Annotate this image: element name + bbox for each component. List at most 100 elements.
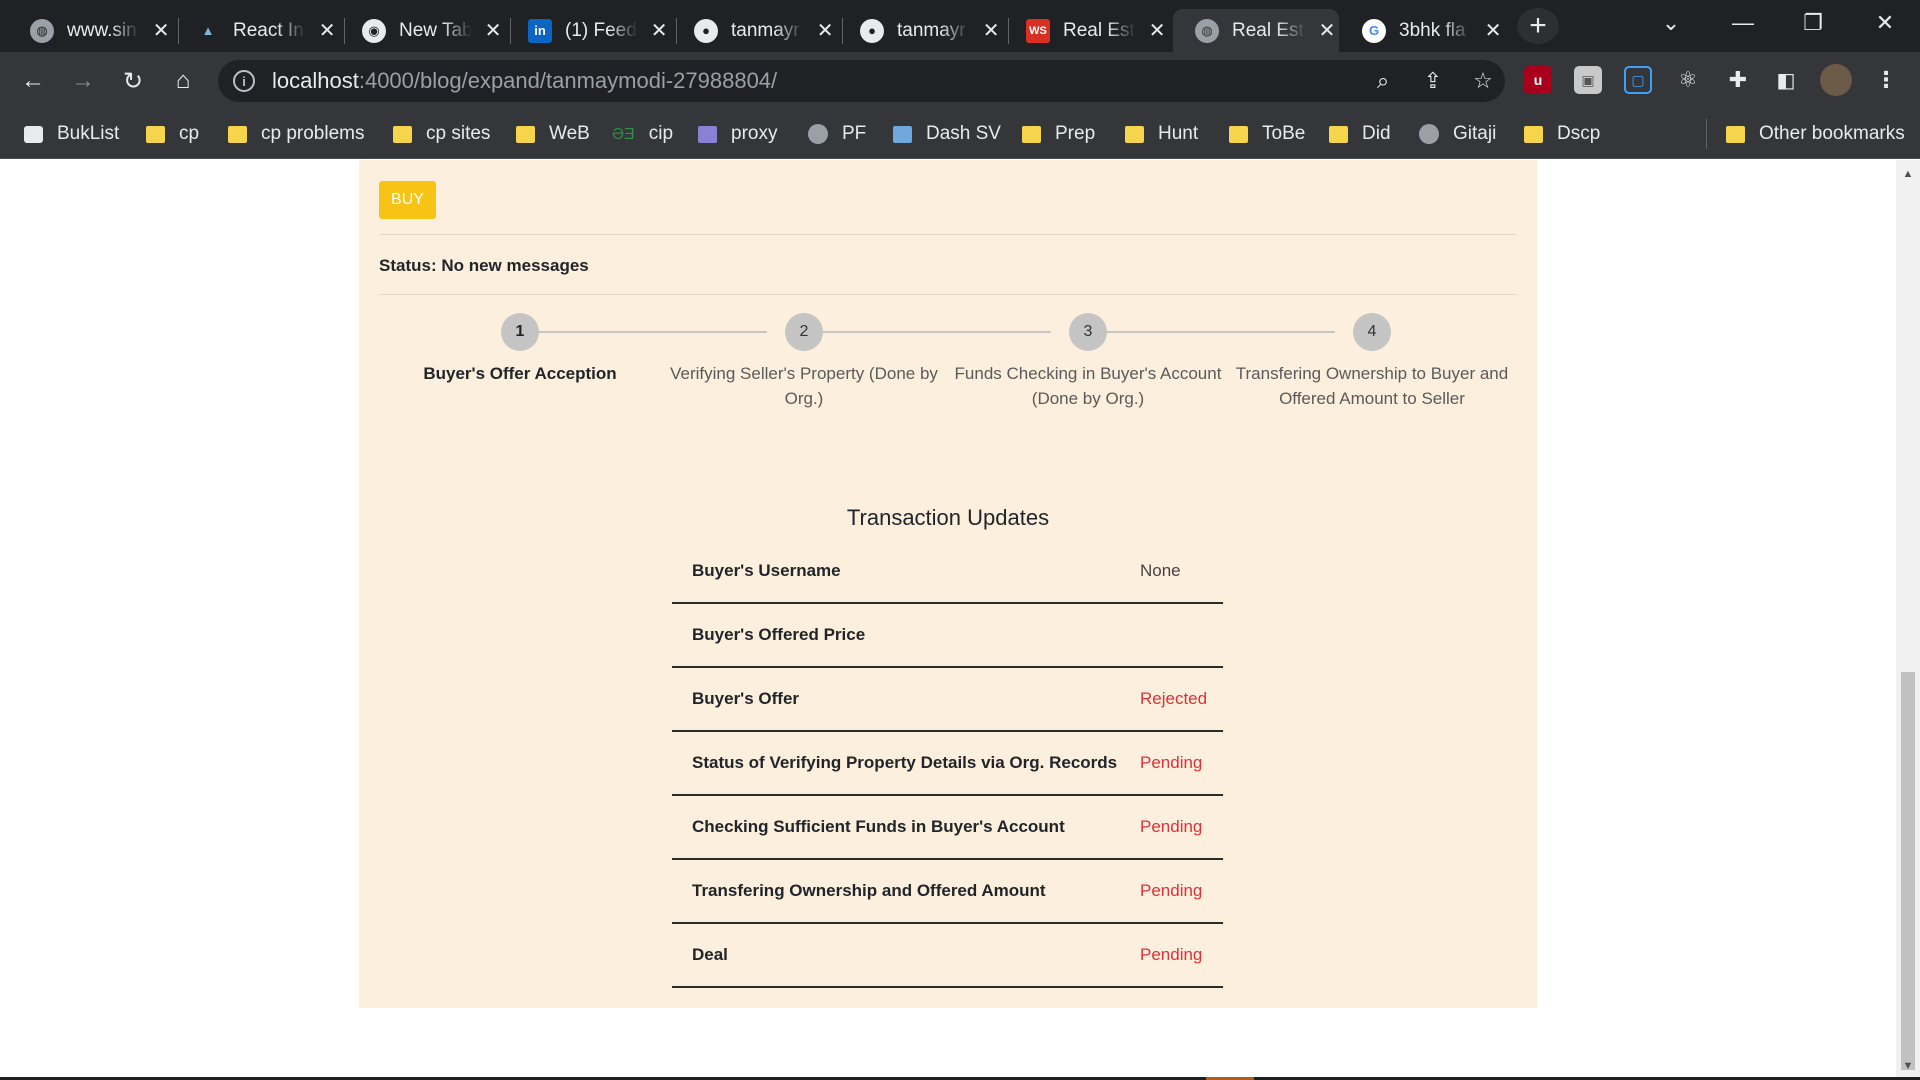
bookmark-item[interactable]: Hunt [1125, 120, 1198, 148]
zoom-icon[interactable]: ⌕ [1365, 60, 1401, 102]
step-connector [521, 331, 767, 333]
transaction-updates-title: Transaction Updates [846, 505, 1050, 530]
github-icon: ● [694, 18, 718, 43]
table-row: Buyer's Username None [672, 540, 1223, 604]
restore-icon[interactable]: ❐ [1792, 8, 1834, 38]
browser-tab[interactable]: in (1) Feed ✕ [498, 9, 670, 52]
step-connector [1089, 331, 1335, 333]
page-scrollbar[interactable]: ▲ ▼ [1896, 160, 1920, 1080]
proxy-icon [698, 125, 717, 143]
step-2-label: Verifying Seller's Property (Done by Org… [670, 364, 938, 408]
folder-icon [1125, 125, 1144, 143]
folder-icon [1022, 125, 1041, 143]
folder-icon [146, 125, 165, 143]
scrollbar-thumb[interactable] [1901, 672, 1915, 1070]
browser-tab[interactable]: WS Real Est ✕ [996, 9, 1168, 52]
browser-tab[interactable]: ◍ www.sin ✕ [0, 9, 172, 52]
globe-icon [1419, 124, 1439, 144]
tab-strip: ◍ www.sin ✕ ▲ React In ✕ ◉ New Tab ✕ in … [0, 0, 1920, 52]
browser-tab[interactable]: ● tanmayr ✕ [664, 9, 836, 52]
divider [379, 294, 1517, 295]
folder-icon [228, 125, 247, 143]
reload-icon[interactable]: ↻ [114, 62, 152, 100]
browser-tab[interactable]: ◉ New Tab ✕ [332, 9, 504, 52]
bookmark-star-icon[interactable]: ☆ [1465, 60, 1501, 102]
linkedin-icon: in [528, 18, 552, 43]
side-panel-icon[interactable]: ◧ [1772, 66, 1800, 94]
new-tab-button[interactable]: + [1517, 8, 1559, 44]
bookmarks-bar: BukList cp cp problems cp sites WeB ƏƎ ci… [0, 109, 1920, 159]
table-row: Deal Pending [672, 924, 1223, 988]
row-value: Rejected [1140, 689, 1208, 708]
table-row: Status of Verifying Property Details via… [672, 732, 1223, 796]
row-value: Pending [1140, 817, 1203, 836]
scroll-up-icon[interactable]: ▲ [1902, 168, 1914, 180]
close-icon[interactable]: ✕ [1146, 20, 1168, 42]
buklist-icon [24, 125, 43, 143]
bookmark-item[interactable]: Dash SV [893, 120, 1001, 148]
github-icon: ● [860, 18, 884, 43]
bookmark-item[interactable]: cp sites [393, 120, 490, 148]
bookmark-item[interactable]: proxy [698, 120, 777, 148]
page-viewport: BUY Status: No new messages 1 2 3 4 Buye… [0, 160, 1896, 1080]
bookmarks-separator [1706, 119, 1707, 149]
close-window-icon[interactable]: ✕ [1864, 8, 1906, 38]
bookmark-item[interactable]: Did [1329, 120, 1391, 148]
close-icon[interactable]: ✕ [1482, 20, 1504, 42]
folder-icon [1229, 125, 1248, 143]
browser-tab[interactable]: ● tanmayr ✕ [830, 9, 1002, 52]
row-value: Pending [1140, 945, 1203, 964]
minimize-icon[interactable]: — [1722, 8, 1764, 38]
scroll-down-icon[interactable]: ▼ [1902, 1060, 1914, 1072]
url-text[interactable]: localhost:4000/blog/expand/tanmaymodi-27… [272, 68, 777, 94]
status-message: Status: No new messages [379, 256, 589, 275]
row-label: Buyer's Offered Price [692, 625, 866, 644]
buy-button[interactable]: BUY [379, 181, 436, 219]
avatar[interactable] [1820, 64, 1852, 96]
bookmark-item[interactable]: Prep [1022, 120, 1095, 148]
bookmark-item[interactable]: WeB [516, 120, 590, 148]
browser-toolbar: ← → ↻ ⌂ i localhost:4000/blog/expand/tan… [0, 52, 1920, 109]
other-bookmarks[interactable]: Other bookmarks [1726, 120, 1905, 148]
bookmark-item[interactable]: PF [808, 120, 866, 148]
bookmark-item[interactable]: ToBe [1229, 120, 1305, 148]
tab-search-icon[interactable]: ⌄ [1650, 8, 1692, 38]
globe-icon: ◍ [1195, 18, 1219, 43]
bookmark-item[interactable]: cp problems [228, 120, 365, 148]
transaction-card: BUY Status: No new messages 1 2 3 4 Buye… [359, 160, 1537, 1008]
forward-icon[interactable]: → [64, 62, 102, 100]
home-icon[interactable]: ⌂ [164, 62, 202, 100]
bookmark-item[interactable]: BukList [24, 120, 119, 148]
table-row: Buyer's Offer Rejected [672, 668, 1223, 732]
step-4-circle: 4 [1353, 313, 1391, 351]
step-3-label: Funds Checking in Buyer's Account (Done … [954, 364, 1222, 408]
screenshot-extension-icon[interactable]: ▢ [1624, 66, 1652, 94]
step-4-label: Transfering Ownership to Buyer and Offer… [1235, 364, 1509, 408]
folder-icon [1329, 125, 1348, 143]
browser-tab[interactable]: G 3bhk fla ✕ [1332, 9, 1504, 52]
globe-icon: ◍ [30, 18, 54, 43]
bookmark-item[interactable]: Dscp [1524, 120, 1600, 148]
puzzle-icon[interactable]: ✚ [1724, 66, 1752, 94]
table-row: Checking Sufficient Funds in Buyer's Acc… [672, 796, 1223, 860]
folder-icon [1524, 125, 1543, 143]
globe-icon [808, 124, 828, 144]
extension-icon[interactable]: ▣ [1574, 66, 1602, 94]
bookmark-item[interactable]: ƏƎ cip [612, 120, 673, 148]
address-bar[interactable]: i localhost:4000/blog/expand/tanmaymodi-… [218, 60, 1505, 102]
ublock-extension-icon[interactable]: u [1524, 66, 1552, 94]
menu-icon[interactable]: ⋮ [1872, 66, 1900, 94]
share-icon[interactable]: ⇪ [1415, 60, 1451, 102]
site-info-icon[interactable]: i [233, 70, 255, 92]
chrome-icon: ◉ [362, 18, 386, 43]
bookmark-item[interactable]: Gitaji [1419, 120, 1496, 148]
bookmark-item[interactable]: cp [146, 120, 199, 148]
folder-icon [1726, 125, 1745, 143]
browser-tab[interactable]: ▲ React In ✕ [166, 9, 338, 52]
react-devtools-icon[interactable]: ⚛ [1674, 66, 1702, 94]
step-2-circle: 2 [785, 313, 823, 351]
google-icon: G [1362, 18, 1386, 43]
back-icon[interactable]: ← [14, 62, 52, 100]
row-value: Pending [1140, 881, 1203, 900]
browser-tab-active[interactable]: ◍ Real Est ✕ [1173, 9, 1339, 52]
